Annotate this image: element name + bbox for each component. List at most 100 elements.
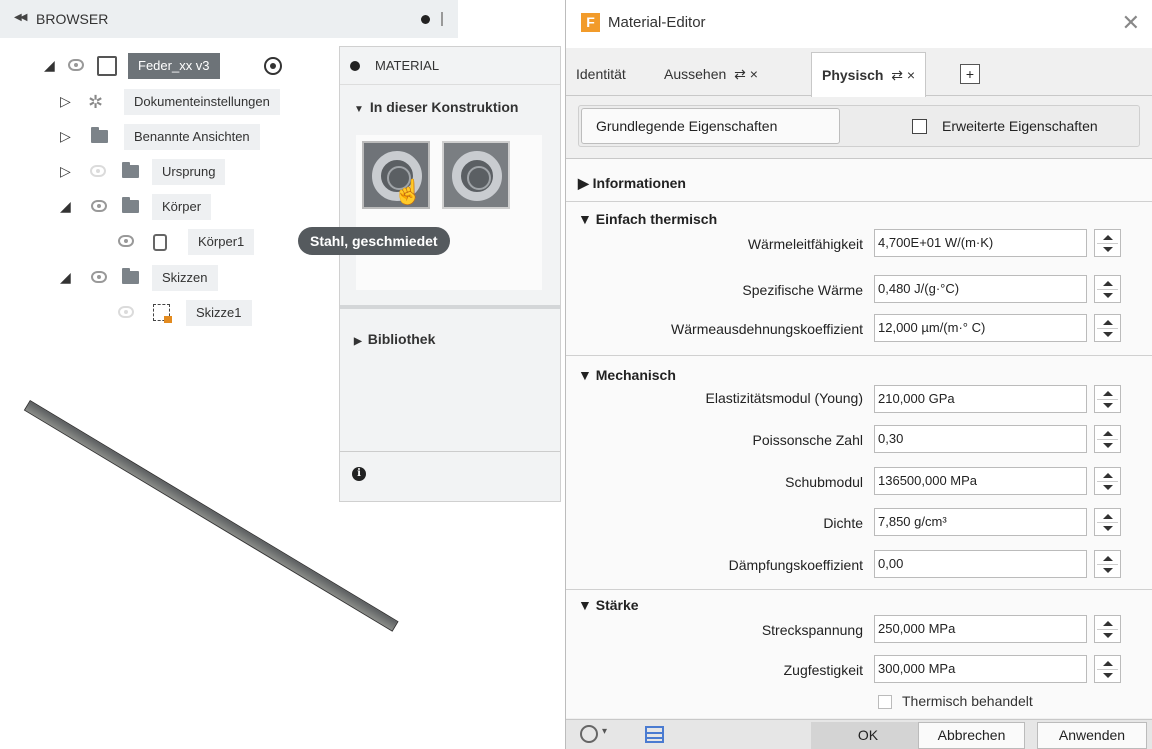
decrement-arrow-icon[interactable] <box>1103 568 1113 573</box>
waermeausdehnung-field[interactable]: 12,000 µm/(m·° C) <box>874 314 1087 342</box>
section-staerke[interactable]: ▼ Stärke <box>578 597 639 613</box>
increment-arrow-icon[interactable] <box>1103 473 1113 478</box>
tree-item-ursprung[interactable]: ▷ Ursprung <box>0 159 320 185</box>
material-swatch-steel[interactable] <box>442 141 510 209</box>
decrement-arrow-icon[interactable] <box>1103 247 1113 252</box>
chevron-down-icon[interactable]: ▾ <box>602 726 607 737</box>
elastizitaetsmodul-field[interactable]: 210,000 GPa <box>874 385 1087 413</box>
decrement-arrow-icon[interactable] <box>1103 673 1113 678</box>
tree-item-skizzen[interactable]: ◢ Skizzen <box>0 265 320 291</box>
increment-arrow-icon[interactable] <box>1103 431 1113 436</box>
tree-item-koerper[interactable]: ◢ Körper <box>0 194 320 220</box>
eye-icon[interactable] <box>68 59 84 71</box>
globe-icon[interactable] <box>580 725 598 743</box>
value-spinner[interactable] <box>1094 385 1121 413</box>
cancel-button[interactable]: Abbrechen <box>918 722 1025 749</box>
value-spinner[interactable] <box>1094 425 1121 453</box>
increment-arrow-icon[interactable] <box>1103 281 1113 286</box>
tree-item-skizze1[interactable]: Skizze1 <box>0 300 320 326</box>
increment-arrow-icon[interactable] <box>1103 320 1113 325</box>
expand-triangle-icon[interactable]: ▷ <box>60 163 71 180</box>
decrement-arrow-icon[interactable] <box>1103 443 1113 448</box>
value-spinner[interactable] <box>1094 467 1121 495</box>
root-document-label[interactable]: Feder_xx v3 <box>128 53 220 79</box>
browser-resize-handle[interactable] <box>441 12 443 26</box>
close-tab-icon[interactable]: × <box>750 66 758 82</box>
section-informationen[interactable]: ▶ Informationen <box>578 175 686 192</box>
panel-pin-icon[interactable] <box>350 61 360 71</box>
poissonsche-zahl-field[interactable]: 0,30 <box>874 425 1087 453</box>
tree-root-row[interactable]: ◢ Feder_xx v3 <box>0 53 320 79</box>
value-spinner[interactable] <box>1094 550 1121 578</box>
advanced-properties-label[interactable]: Erweiterte Eigenschaften <box>942 118 1098 134</box>
collapse-triangle-icon[interactable]: ◢ <box>60 269 71 286</box>
close-tab-icon[interactable]: × <box>907 67 915 83</box>
decrement-arrow-icon[interactable] <box>1103 293 1113 298</box>
schubmodul-field[interactable]: 136500,000 MPa <box>874 467 1087 495</box>
increment-arrow-icon[interactable] <box>1103 621 1113 626</box>
decrement-arrow-icon[interactable] <box>1103 485 1113 490</box>
value-spinner[interactable] <box>1094 508 1121 536</box>
dialog-titlebar[interactable]: F Material-Editor ✕ <box>566 0 1152 48</box>
decrement-arrow-icon[interactable] <box>1103 633 1113 638</box>
browser-pin-icon[interactable] <box>421 15 430 24</box>
increment-arrow-icon[interactable] <box>1103 514 1113 519</box>
value-spinner[interactable] <box>1094 615 1121 643</box>
advanced-properties-checkbox[interactable] <box>912 119 927 134</box>
section-library[interactable]: ▶ Bibliothek <box>354 331 435 347</box>
close-icon[interactable]: ✕ <box>1122 10 1140 36</box>
dichte-field[interactable]: 7,850 g/cm³ <box>874 508 1087 536</box>
apply-button[interactable]: Anwenden <box>1037 722 1147 749</box>
tree-item-label[interactable]: Skizze1 <box>186 300 252 326</box>
heat-treated-label[interactable]: Thermisch behandelt <box>902 693 1033 709</box>
tab-identitaet[interactable]: Identität <box>576 52 626 96</box>
expand-triangle-icon[interactable]: ▷ <box>60 93 71 110</box>
decrement-arrow-icon[interactable] <box>1103 526 1113 531</box>
zugfestigkeit-field[interactable]: 300,000 MPa <box>874 655 1087 683</box>
tab-physisch[interactable]: Physisch ⇄ × <box>811 52 927 97</box>
collapse-triangle-icon[interactable]: ◢ <box>44 57 55 74</box>
swap-icon[interactable]: ⇄ <box>734 66 746 82</box>
expand-triangle-icon[interactable]: ▶ <box>354 336 362 347</box>
section-in-design[interactable]: ▼ In dieser Konstruktion <box>354 99 518 115</box>
tree-item-benannte-ansichten[interactable]: ▷ Benannte Ansichten <box>0 124 320 150</box>
heat-treated-checkbox[interactable] <box>878 695 892 709</box>
value-spinner[interactable] <box>1094 275 1121 303</box>
ok-button[interactable]: OK <box>811 722 925 749</box>
eye-hidden-icon[interactable] <box>118 306 134 318</box>
tab-aussehen[interactable]: Aussehen ⇄ × <box>664 52 758 96</box>
add-tab-button[interactable]: + <box>960 64 980 84</box>
daempfungskoeffizient-field[interactable]: 0,00 <box>874 550 1087 578</box>
decrement-arrow-icon[interactable] <box>1103 332 1113 337</box>
streckspannung-field[interactable]: 250,000 MPa <box>874 615 1087 643</box>
value-spinner[interactable] <box>1094 229 1121 257</box>
value-spinner[interactable] <box>1094 314 1121 342</box>
eye-hidden-icon[interactable] <box>90 165 106 177</box>
eye-icon[interactable] <box>91 271 107 283</box>
spezifische-waerme-field[interactable]: 0,480 J/(g·°C) <box>874 275 1087 303</box>
section-einfach-thermisch[interactable]: ▼ Einfach thermisch <box>578 211 717 227</box>
tree-item-label[interactable]: Benannte Ansichten <box>124 124 260 150</box>
tree-item-label[interactable]: Ursprung <box>152 159 226 185</box>
increment-arrow-icon[interactable] <box>1103 556 1113 561</box>
waermeleitfaehigkeit-field[interactable]: 4,700E+01 W/(m·K) <box>874 229 1087 257</box>
value-spinner[interactable] <box>1094 655 1121 683</box>
section-mechanisch[interactable]: ▼ Mechanisch <box>578 367 676 383</box>
decrement-arrow-icon[interactable] <box>1103 403 1113 408</box>
collapse-triangle-icon[interactable]: ◢ <box>60 198 71 215</box>
info-icon[interactable]: i <box>352 467 366 481</box>
increment-arrow-icon[interactable] <box>1103 661 1113 666</box>
increment-arrow-icon[interactable] <box>1103 235 1113 240</box>
collapse-browser-icon[interactable]: ◀◀ <box>14 12 27 23</box>
increment-arrow-icon[interactable] <box>1103 391 1113 396</box>
list-view-icon[interactable] <box>645 726 664 743</box>
activate-target-icon[interactable] <box>264 57 282 75</box>
basic-properties-button[interactable]: Grundlegende Eigenschaften <box>581 108 840 144</box>
tree-item-label[interactable]: Körper <box>152 194 212 220</box>
collapse-triangle-icon[interactable]: ▼ <box>354 104 364 115</box>
swap-icon[interactable]: ⇄ <box>891 67 903 83</box>
expand-triangle-icon[interactable]: ▷ <box>60 128 71 145</box>
eye-icon[interactable] <box>91 200 107 212</box>
tree-item-label[interactable]: Körper1 <box>188 229 255 255</box>
tree-item-label[interactable]: Skizzen <box>152 265 218 291</box>
